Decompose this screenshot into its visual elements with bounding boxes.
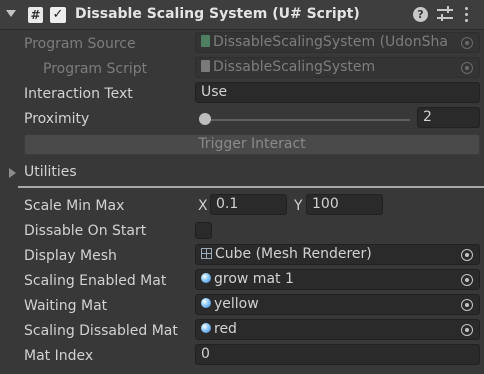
interaction-text-row: Interaction Text Use — [0, 82, 484, 107]
material-icon — [201, 273, 211, 283]
udon-program-icon — [201, 35, 210, 47]
display-mesh-field[interactable]: Cube (Mesh Renderer) — [195, 244, 480, 265]
proximity-label: Proximity — [24, 111, 90, 127]
proximity-row: Proximity 2 — [0, 107, 484, 132]
mesh-renderer-icon — [201, 247, 212, 259]
dissable-on-start-checkbox[interactable] — [195, 222, 212, 239]
scale-min-max-label: Scale Min Max — [24, 198, 125, 214]
proximity-slider-track[interactable] — [205, 119, 410, 121]
component-header: # ✓ Dissable Scaling System (U# Script) … — [0, 0, 484, 30]
scaling-dissabled-mat-value: red — [214, 321, 237, 337]
waiting-mat-value: yellow — [214, 296, 259, 312]
scale-max-input[interactable]: 100 — [306, 194, 383, 215]
scaling-enabled-mat-row: Scaling Enabled Mat grow mat 1 — [0, 269, 484, 294]
program-source-value: DissableScalingSystem (UdonSha — [213, 34, 448, 50]
object-picker-icon[interactable] — [461, 299, 473, 311]
program-script-field: DissableScalingSystem — [195, 57, 480, 78]
scaling-dissabled-mat-field[interactable]: red — [195, 319, 480, 340]
program-script-value: DissableScalingSystem — [213, 59, 376, 75]
x-axis-label: X — [198, 198, 208, 214]
dissable-on-start-row: Dissable On Start — [0, 219, 484, 244]
material-icon — [201, 298, 211, 308]
presets-icon[interactable] — [437, 6, 453, 23]
mat-index-row: Mat Index 0 — [0, 344, 484, 369]
mat-index-label: Mat Index — [24, 348, 94, 364]
foldout-arrow-icon[interactable] — [9, 168, 16, 178]
utilities-label[interactable]: Utilities — [24, 164, 77, 180]
material-icon — [201, 323, 211, 333]
dissable-on-start-label: Dissable On Start — [24, 223, 147, 239]
scaling-dissabled-mat-label: Scaling Dissabled Mat — [24, 323, 178, 339]
program-script-row: Program Script DissableScalingSystem — [0, 57, 484, 82]
mat-index-input[interactable]: 0 — [195, 344, 480, 365]
display-mesh-row: Display Mesh Cube (Mesh Renderer) — [0, 244, 484, 269]
utilities-foldout[interactable]: Utilities — [0, 160, 484, 185]
foldout-arrow-icon[interactable] — [6, 10, 16, 17]
scale-min-input[interactable]: 0.1 — [210, 194, 287, 215]
object-picker-icon — [461, 37, 473, 49]
object-picker-icon[interactable] — [461, 249, 473, 261]
script-asset-icon — [201, 60, 210, 72]
display-mesh-label: Display Mesh — [24, 248, 117, 264]
program-source-row: Program Source DissableScalingSystem (Ud… — [0, 32, 484, 57]
program-source-field: DissableScalingSystem (UdonSha — [195, 32, 480, 53]
scaling-dissabled-mat-row: Scaling Dissabled Mat red — [0, 319, 484, 344]
y-axis-label: Y — [294, 198, 303, 214]
display-mesh-value: Cube (Mesh Renderer) — [215, 246, 372, 262]
object-picker-icon[interactable] — [461, 324, 473, 336]
proximity-input[interactable]: 2 — [417, 107, 480, 128]
waiting-mat-label: Waiting Mat — [24, 298, 108, 314]
component-title: Dissable Scaling System (U# Script) — [75, 6, 360, 22]
section-divider — [18, 186, 484, 188]
interaction-text-label: Interaction Text — [24, 86, 133, 102]
help-icon[interactable]: ? — [413, 7, 428, 22]
waiting-mat-row: Waiting Mat yellow — [0, 294, 484, 319]
scaling-enabled-mat-label: Scaling Enabled Mat — [24, 273, 167, 289]
program-script-label: Program Script — [43, 61, 148, 77]
scaling-enabled-mat-value: grow mat 1 — [214, 271, 294, 287]
context-menu-icon[interactable] — [465, 6, 469, 23]
object-picker-icon — [461, 62, 473, 74]
proximity-slider-thumb[interactable] — [199, 113, 211, 125]
interaction-text-input[interactable]: Use — [195, 82, 480, 103]
waiting-mat-field[interactable]: yellow — [195, 294, 480, 315]
trigger-interact-button[interactable]: Trigger Interact — [24, 134, 480, 155]
program-source-label: Program Source — [24, 36, 136, 52]
scaling-enabled-mat-field[interactable]: grow mat 1 — [195, 269, 480, 290]
script-icon: # — [28, 7, 43, 23]
component-enabled-checkbox[interactable]: ✓ — [50, 7, 66, 23]
scale-min-max-row: Scale Min Max X 0.1 Y 100 — [0, 194, 484, 219]
object-picker-icon[interactable] — [461, 274, 473, 286]
